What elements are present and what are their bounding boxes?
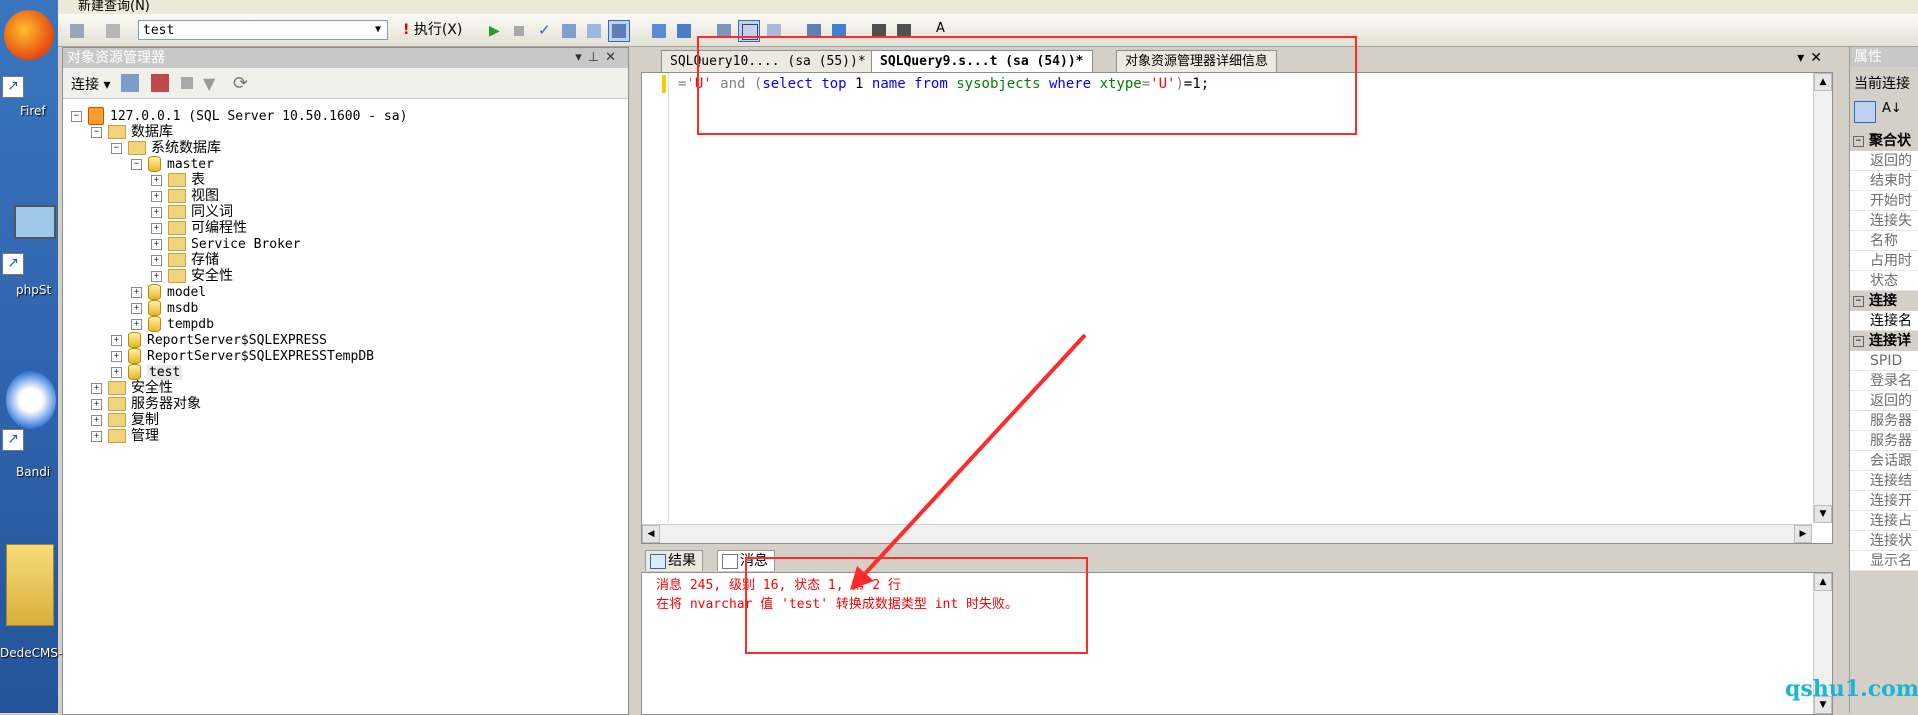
annotation-arrow (850, 333, 1087, 590)
watermark-text: qshu1.com (1785, 676, 1918, 702)
annotation-arrow-line (860, 333, 1087, 579)
